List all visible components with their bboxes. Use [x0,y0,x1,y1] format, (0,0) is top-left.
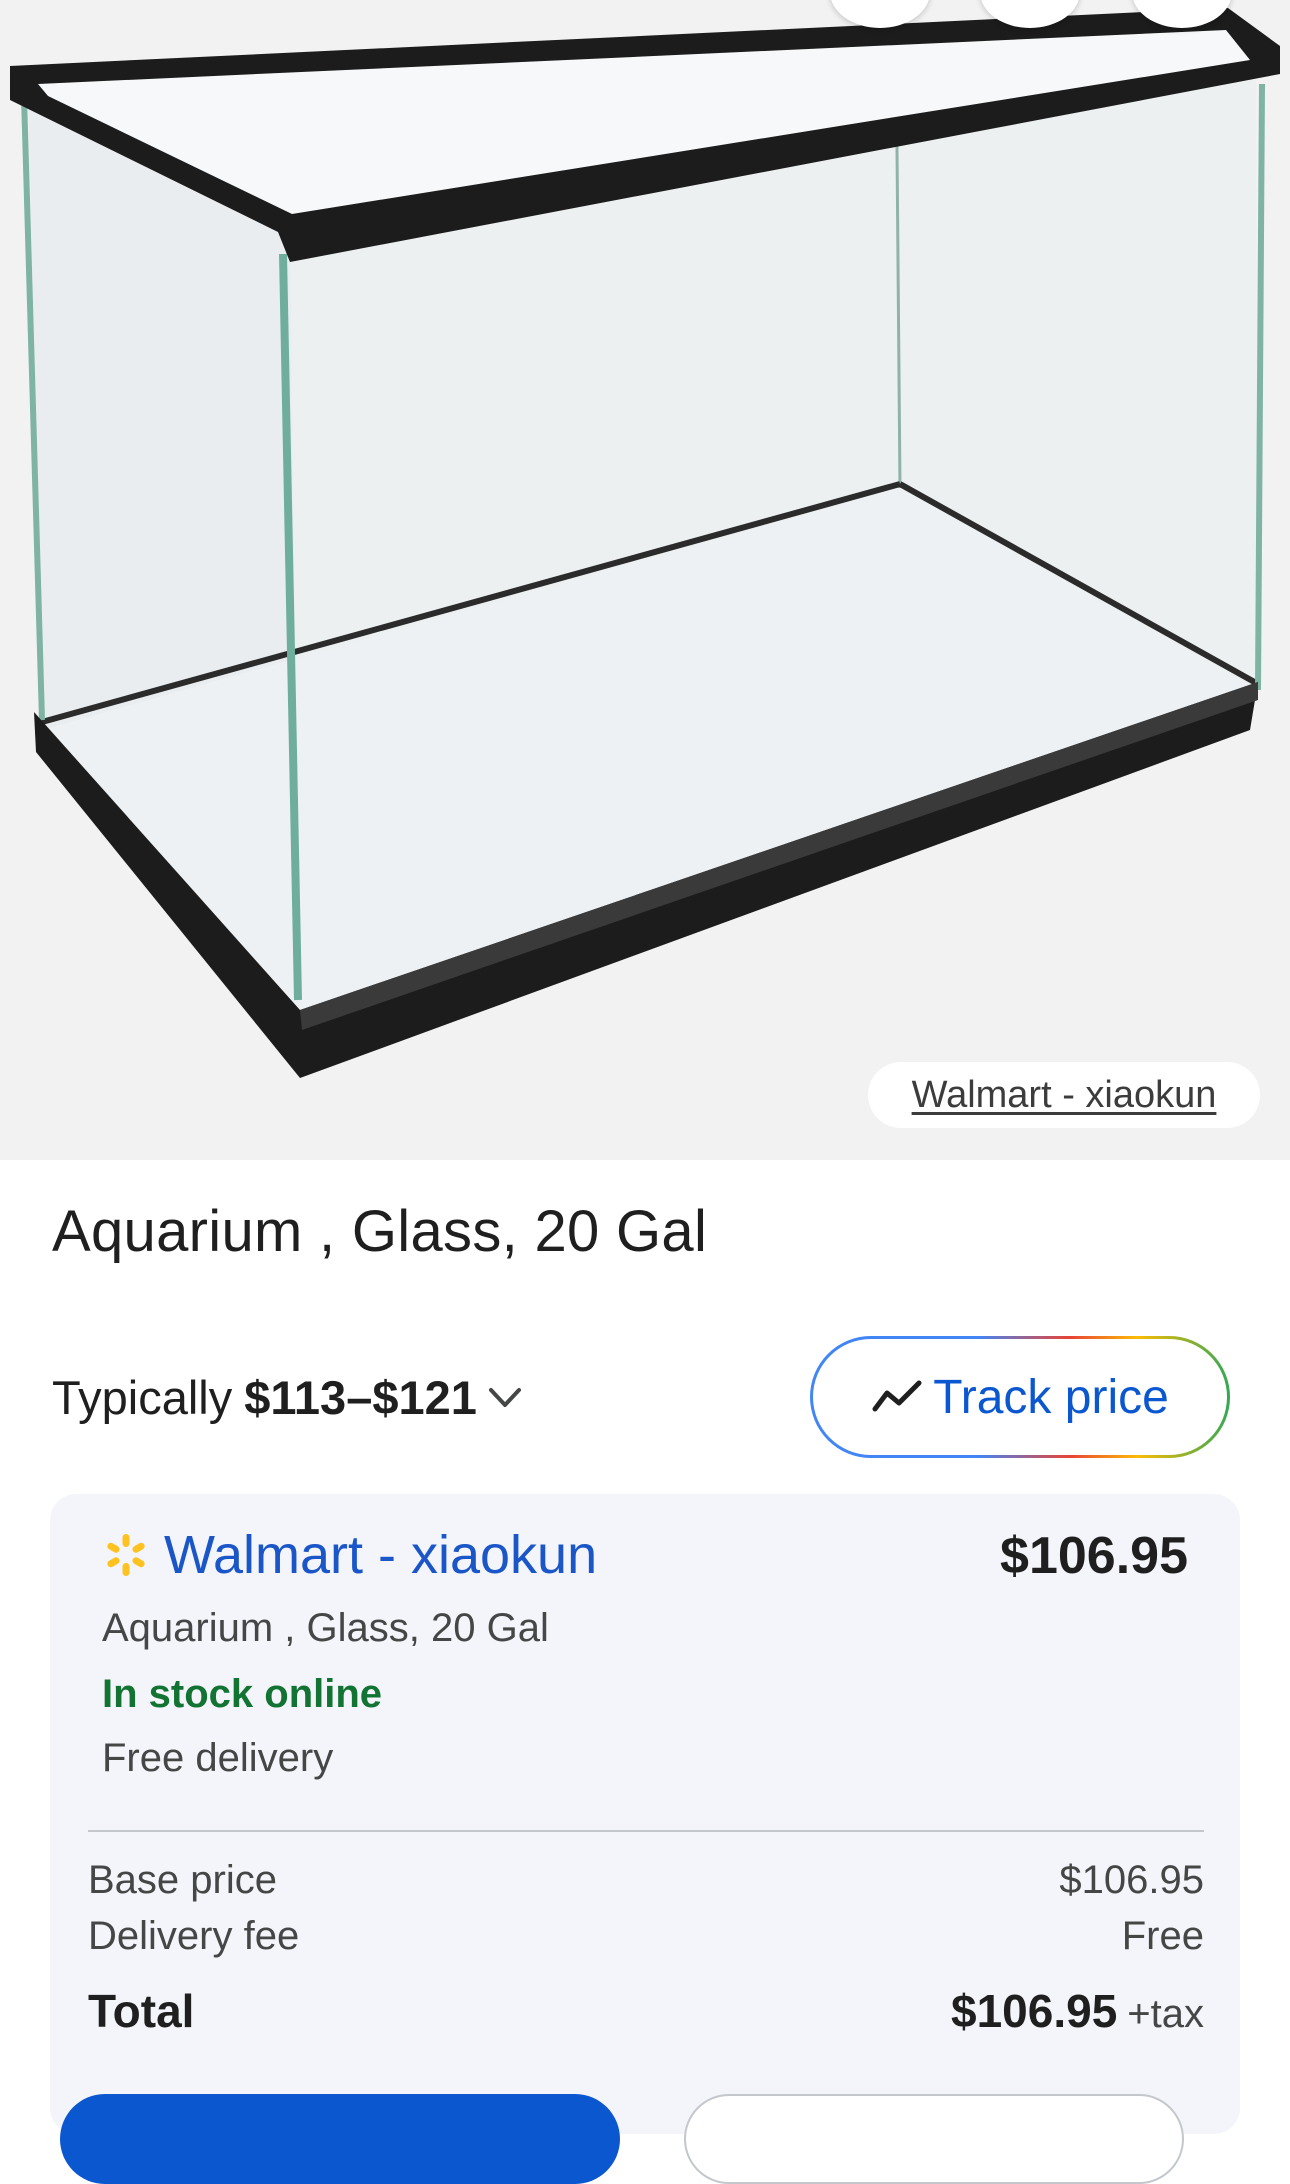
delivery-info: Free delivery [102,1736,334,1780]
stock-status: In stock online [102,1672,383,1716]
base-price-row: Base price $106.95 [88,1858,1204,1903]
typical-label: Typically [52,1371,233,1424]
total-row: Total $106.95 +tax [88,1984,1204,2038]
track-price-button[interactable]: Track price [810,1336,1230,1458]
base-price-label: Base price [88,1858,277,1902]
walmart-spark-icon [107,1534,145,1576]
chevron-down-icon [488,1387,521,1407]
store-link[interactable]: Walmart - xiaokun [102,1524,597,1586]
trend-line-icon [872,1380,922,1412]
store-name: Walmart - xiaokun [164,1525,598,1585]
product-image-area[interactable]: Walmart - xiaokun [0,0,1290,1160]
delivery-fee-label: Delivery fee [88,1914,300,1958]
total-value: $106.95 [951,1985,1118,2037]
typical-price-range: $113–$121 [244,1371,477,1424]
track-price-label: Track price [933,1370,1169,1424]
offer-price: $106.95 [1000,1527,1188,1585]
typical-price-dropdown[interactable]: Typically $113–$121 [52,1370,523,1425]
delivery-fee-row: Delivery fee Free [88,1914,1204,1959]
image-source-label: Walmart - xiaokun [911,1073,1217,1116]
tax-suffix: +tax [1127,1992,1204,2036]
product-title: Aquarium , Glass, 20 Gal [52,1199,708,1264]
secondary-action-button[interactable] [684,2094,1184,2184]
offer-card[interactable]: Walmart - xiaokun $106.95 Aquarium , Gla… [50,1494,1240,2134]
divider [88,1830,1204,1832]
base-price-value: $106.95 [1059,1858,1204,1902]
offer-description: Aquarium , Glass, 20 Gal [102,1606,549,1650]
delivery-fee-value: Free [1121,1914,1204,1958]
aquarium-product-image [10,8,1280,1078]
image-source-link[interactable]: Walmart - xiaokun [868,1062,1260,1128]
total-label: Total [88,1985,195,2037]
primary-action-button[interactable] [60,2094,620,2184]
